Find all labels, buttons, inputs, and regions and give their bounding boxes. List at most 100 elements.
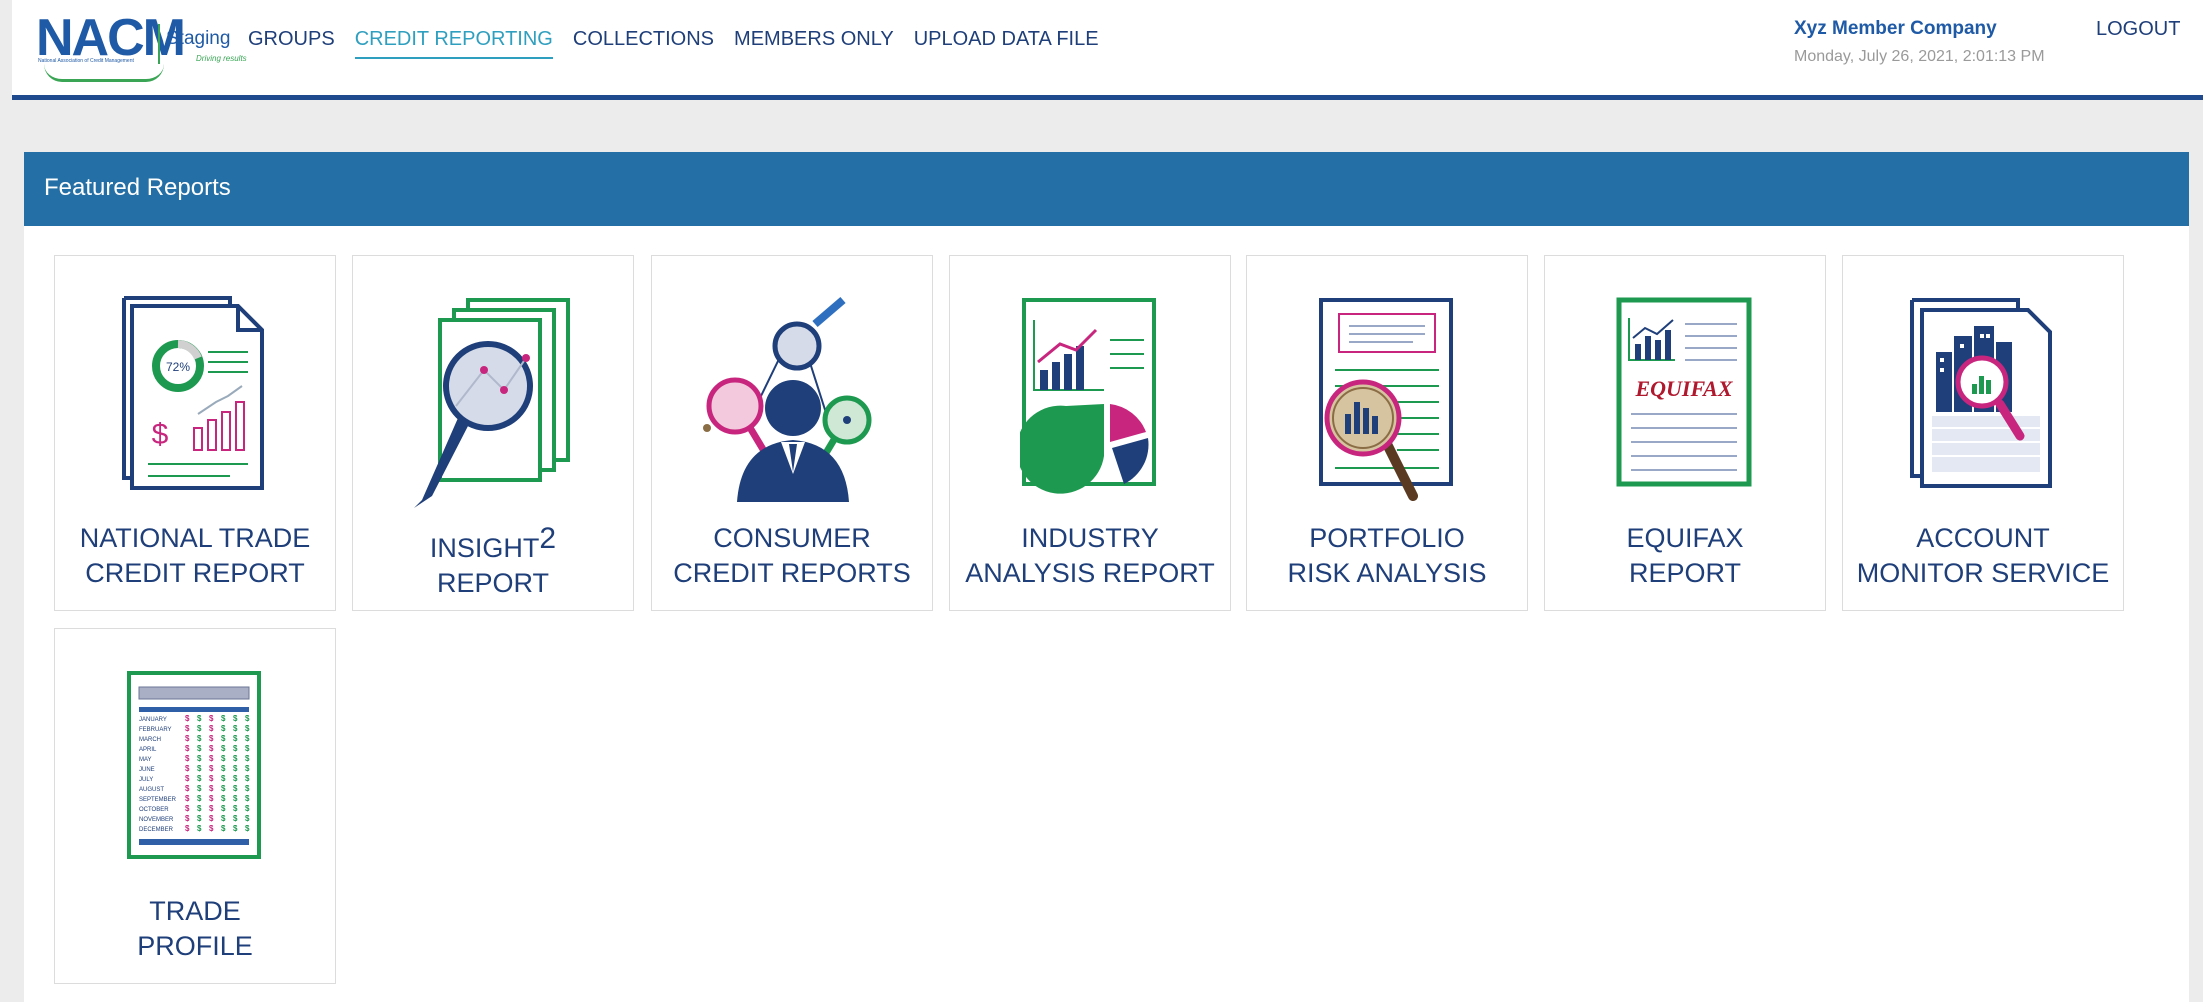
trade-profile-dollar: $ [245,794,250,803]
trade-profile-dollar: $ [245,814,250,823]
report-card-trade-profile[interactable]: JANUARY $ $ $ $ $ $ FEBRUARY $ $ $ $ $ $ MARCH $ $ $ $ $ $ AP… [54,628,336,984]
industry-chart-icon [1020,298,1156,494]
svg-text:$: $ [152,418,169,451]
trade-profile-dollar: $ [221,754,226,763]
nav-credit-reporting[interactable]: CREDIT REPORTING [354,28,553,59]
report-card-industry[interactable]: INDUSTRY ANALYSIS REPORT [949,255,1231,611]
trade-profile-dollar: $ [185,814,190,823]
nav-groups[interactable]: GROUPS [248,28,335,59]
trade-profile-dollar: $ [245,804,250,813]
trade-profile-dollar: $ [197,764,202,773]
trade-profile-dollar: $ [233,814,238,823]
panel-title: Featured Reports [24,152,2189,226]
trade-profile-dollar: $ [185,784,190,793]
trade-profile-dollar: $ [185,774,190,783]
trade-profile-dollar: $ [197,744,202,753]
trade-profile-dollar: $ [221,764,226,773]
trade-profile-month: DECEMBER [139,827,174,833]
trade-profile-dollar: $ [209,784,214,793]
trade-profile-month: FEBRUARY [139,727,172,733]
trade-profile-dollar: $ [209,734,214,743]
trade-profile-dollar: $ [209,824,214,833]
trade-profile-dollar: $ [197,714,202,723]
trade-profile-dollar: $ [233,744,238,753]
trade-profile-month: NOVEMBER [139,817,174,823]
report-card-label: NATIONAL TRADE CREDIT REPORT [79,523,311,588]
logout-link[interactable]: LOGOUT [2096,18,2180,41]
report-card-label: INDUSTRY ANALYSIS REPORT [965,523,1215,588]
trade-profile-dollar: $ [233,724,238,733]
trade-profile-dollar: $ [185,724,190,733]
trade-profile-dollar: $ [197,824,202,833]
trade-profile-dollar: $ [197,794,202,803]
trade-profile-dollar: $ [233,714,238,723]
report-card-equifax[interactable]: EQUIFAX EQUIFAX REPORT [1544,255,1826,611]
trade-profile-dollar: $ [221,724,226,733]
trade-profile-dollar: $ [209,764,214,773]
nav-collections[interactable]: COLLECTIONS [573,28,714,59]
trade-profile-dollar: $ [197,814,202,823]
consumer-person-icon [703,296,872,502]
trade-profile-dollar: $ [209,754,214,763]
trade-profile-dollar: $ [209,744,214,753]
trade-profile-dollar: $ [185,824,190,833]
environment-label: Staging [166,28,231,49]
trade-profile-dollar: $ [221,714,226,723]
trade-profile-dollar: $ [245,774,250,783]
trade-profile-dollar: $ [233,794,238,803]
trade-profile-month: OCTOBER [139,807,169,813]
report-card-label: TRADE PROFILE [137,896,253,961]
trade-profile-dollar: $ [245,754,250,763]
trade-profile-dollar: $ [197,774,202,783]
trade-profile-dollar: $ [197,754,202,763]
trade-profile-dollar: $ [197,734,202,743]
trade-profile-dollar: $ [221,744,226,753]
member-company-name: Xyz Member Company [1794,18,1997,39]
trade-profile-dollar: $ [197,804,202,813]
trade-profile-icon: JANUARY $ $ $ $ $ $FEBRUARY $ $ $ $ $ $MARCH $ $ $ $ $ $AP… [127,671,261,859]
trade-profile-dollar: $ [185,744,190,753]
trade-profile-dollar: $ [221,804,226,813]
trade-profile-dollar: $ [185,754,190,763]
trade-profile-dollar: $ [233,734,238,743]
current-datetime: Monday, July 26, 2021, 2:01:13 PM [1794,48,2045,65]
trade-profile-dollar: $ [221,734,226,743]
trade-profile-dollar: $ [197,784,202,793]
trade-profile-dollar: $ [233,804,238,813]
main-nav: GROUPS CREDIT REPORTING COLLECTIONS MEMB… [248,28,1099,59]
report-card-label: PORTFOLIO RISK ANALYSIS [1287,523,1487,588]
trade-profile-month: JANUARY [139,717,167,723]
top-bar: NACM National Association of Credit Mana… [12,0,2203,100]
trade-profile-dollar: $ [245,744,250,753]
report-card-insight2[interactable]: INSIGHT2 REPORT [352,255,634,611]
account-monitor-icon [1910,298,2052,488]
report-card-portfolio[interactable]: PORTFOLIO RISK ANALYSIS [1246,255,1528,611]
trade-profile-month: JULY [139,777,153,783]
nacm-logo[interactable]: NACM National Association of Credit Mana… [26,6,247,82]
trade-profile-month: SEPTEMBER [139,797,177,803]
report-card-account-monitor[interactable]: ACCOUNT MONITOR SERVICE [1842,255,2124,611]
trade-profile-dollar: $ [209,794,214,803]
trade-profile-month: JUNE [139,767,155,773]
logo-separator [158,24,160,64]
trade-profile-dollar: $ [221,824,226,833]
report-card-label: INSIGHT2 REPORT [429,522,557,598]
trade-profile-dollar: $ [221,774,226,783]
trade-profile-dollar: $ [245,714,250,723]
nav-upload-data-file[interactable]: UPLOAD DATA FILE [914,28,1099,59]
tagline: Driving results [196,54,247,63]
report-card-label: ACCOUNT MONITOR SERVICE [1856,523,2110,588]
trade-profile-dollar: $ [233,774,238,783]
nav-members-only[interactable]: MEMBERS ONLY [734,28,894,59]
report-card-national-trade[interactable]: 72% $ NATIONAL TRADE CREDIT REPORT [54,255,336,611]
svg-text:72%: 72% [166,360,190,374]
insight-magnifier-icon [414,298,570,508]
trade-profile-dollar: $ [233,784,238,793]
trade-profile-dollar: $ [185,764,190,773]
trade-profile-dollar: $ [245,764,250,773]
trade-profile-dollar: $ [185,734,190,743]
trade-profile-dollar: $ [197,724,202,733]
svg-text:EQUIFAX: EQUIFAX [1634,376,1733,401]
report-card-consumer[interactable]: CONSUMER CREDIT REPORTS [651,255,933,611]
logo-swoosh [44,64,164,82]
